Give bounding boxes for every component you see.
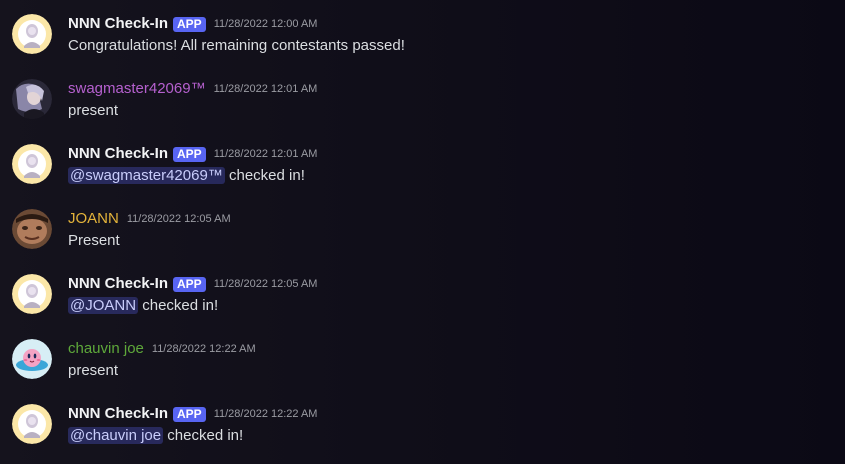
message-item: swagmaster42069™ 11/28/2022 12:01 AM pre… bbox=[0, 79, 845, 139]
message-header: NNN Check-In APP 11/28/2022 12:00 AM bbox=[68, 14, 317, 34]
message-content: @JOANN checked in! bbox=[68, 296, 218, 316]
nnn-bot-avatar-icon[interactable] bbox=[12, 14, 52, 54]
message-timestamp[interactable]: 11/28/2022 12:05 AM bbox=[127, 209, 231, 229]
message-item: chauvin joe 11/28/2022 12:22 AM present bbox=[0, 339, 845, 399]
message-text: Congratulations! All remaining contestan… bbox=[68, 37, 405, 54]
message-text: checked in! bbox=[163, 427, 244, 444]
message-text: present bbox=[68, 362, 119, 379]
author-name[interactable]: JOANN bbox=[68, 209, 119, 229]
message-item: NNN Check-In APP 11/28/2022 12:22 AM @ch… bbox=[0, 404, 845, 464]
author-name[interactable]: NNN Check-In bbox=[68, 14, 168, 34]
message-content: @swagmaster42069™ checked in! bbox=[68, 166, 305, 186]
author-name[interactable]: NNN Check-In bbox=[68, 144, 168, 164]
message-content: present bbox=[68, 101, 118, 121]
message-header: NNN Check-In APP 11/28/2022 12:05 AM bbox=[68, 274, 317, 294]
author-name[interactable]: NNN Check-In bbox=[68, 404, 168, 424]
author-name[interactable]: NNN Check-In bbox=[68, 274, 168, 294]
app-badge: APP bbox=[173, 16, 206, 32]
message-timestamp[interactable]: 11/28/2022 12:01 AM bbox=[214, 79, 318, 99]
author-name[interactable]: swagmaster42069™ bbox=[68, 79, 206, 99]
message-text: Present bbox=[68, 232, 120, 249]
swagmaster-avatar-icon[interactable] bbox=[12, 79, 52, 119]
message-item: NNN Check-In APP 11/28/2022 12:01 AM @sw… bbox=[0, 144, 845, 204]
app-badge: APP bbox=[173, 406, 206, 422]
message-content: Congratulations! All remaining contestan… bbox=[68, 36, 405, 56]
message-header: NNN Check-In APP 11/28/2022 12:22 AM bbox=[68, 404, 317, 424]
message-text: present bbox=[68, 102, 119, 119]
app-badge: APP bbox=[173, 146, 206, 162]
message-list: NNN Check-In APP 11/28/2022 12:00 AM Con… bbox=[0, 0, 845, 452]
message-content: Present bbox=[68, 231, 120, 251]
joann-avatar-icon[interactable] bbox=[12, 209, 52, 249]
message-text: checked in! bbox=[224, 167, 305, 184]
kirby-avatar-icon[interactable] bbox=[12, 339, 52, 379]
message-timestamp[interactable]: 11/28/2022 12:01 AM bbox=[214, 144, 318, 164]
message-header: chauvin joe 11/28/2022 12:22 AM bbox=[68, 339, 256, 359]
user-mention[interactable]: @chauvin joe bbox=[68, 427, 164, 444]
message-header: JOANN 11/28/2022 12:05 AM bbox=[68, 209, 231, 229]
message-header: NNN Check-In APP 11/28/2022 12:01 AM bbox=[68, 144, 317, 164]
message-header: swagmaster42069™ 11/28/2022 12:01 AM bbox=[68, 79, 317, 99]
nnn-bot-avatar-icon[interactable] bbox=[12, 144, 52, 184]
message-timestamp[interactable]: 11/28/2022 12:00 AM bbox=[214, 14, 318, 34]
message-item: NNN Check-In APP 11/28/2022 12:05 AM @JO… bbox=[0, 274, 845, 334]
user-mention[interactable]: @JOANN bbox=[68, 297, 139, 314]
message-item: JOANN 11/28/2022 12:05 AM Present bbox=[0, 209, 845, 269]
author-name[interactable]: chauvin joe bbox=[68, 339, 144, 359]
nnn-bot-avatar-icon[interactable] bbox=[12, 404, 52, 444]
message-timestamp[interactable]: 11/28/2022 12:05 AM bbox=[214, 274, 318, 294]
user-mention[interactable]: @swagmaster42069™ bbox=[68, 167, 225, 184]
message-text: checked in! bbox=[138, 297, 219, 314]
nnn-bot-avatar-icon[interactable] bbox=[12, 274, 52, 314]
message-timestamp[interactable]: 11/28/2022 12:22 AM bbox=[152, 339, 256, 359]
message-content: present bbox=[68, 361, 118, 381]
message-timestamp[interactable]: 11/28/2022 12:22 AM bbox=[214, 404, 318, 424]
app-badge: APP bbox=[173, 276, 206, 292]
message-content: @chauvin joe checked in! bbox=[68, 426, 243, 446]
message-item: NNN Check-In APP 11/28/2022 12:00 AM Con… bbox=[0, 14, 845, 74]
